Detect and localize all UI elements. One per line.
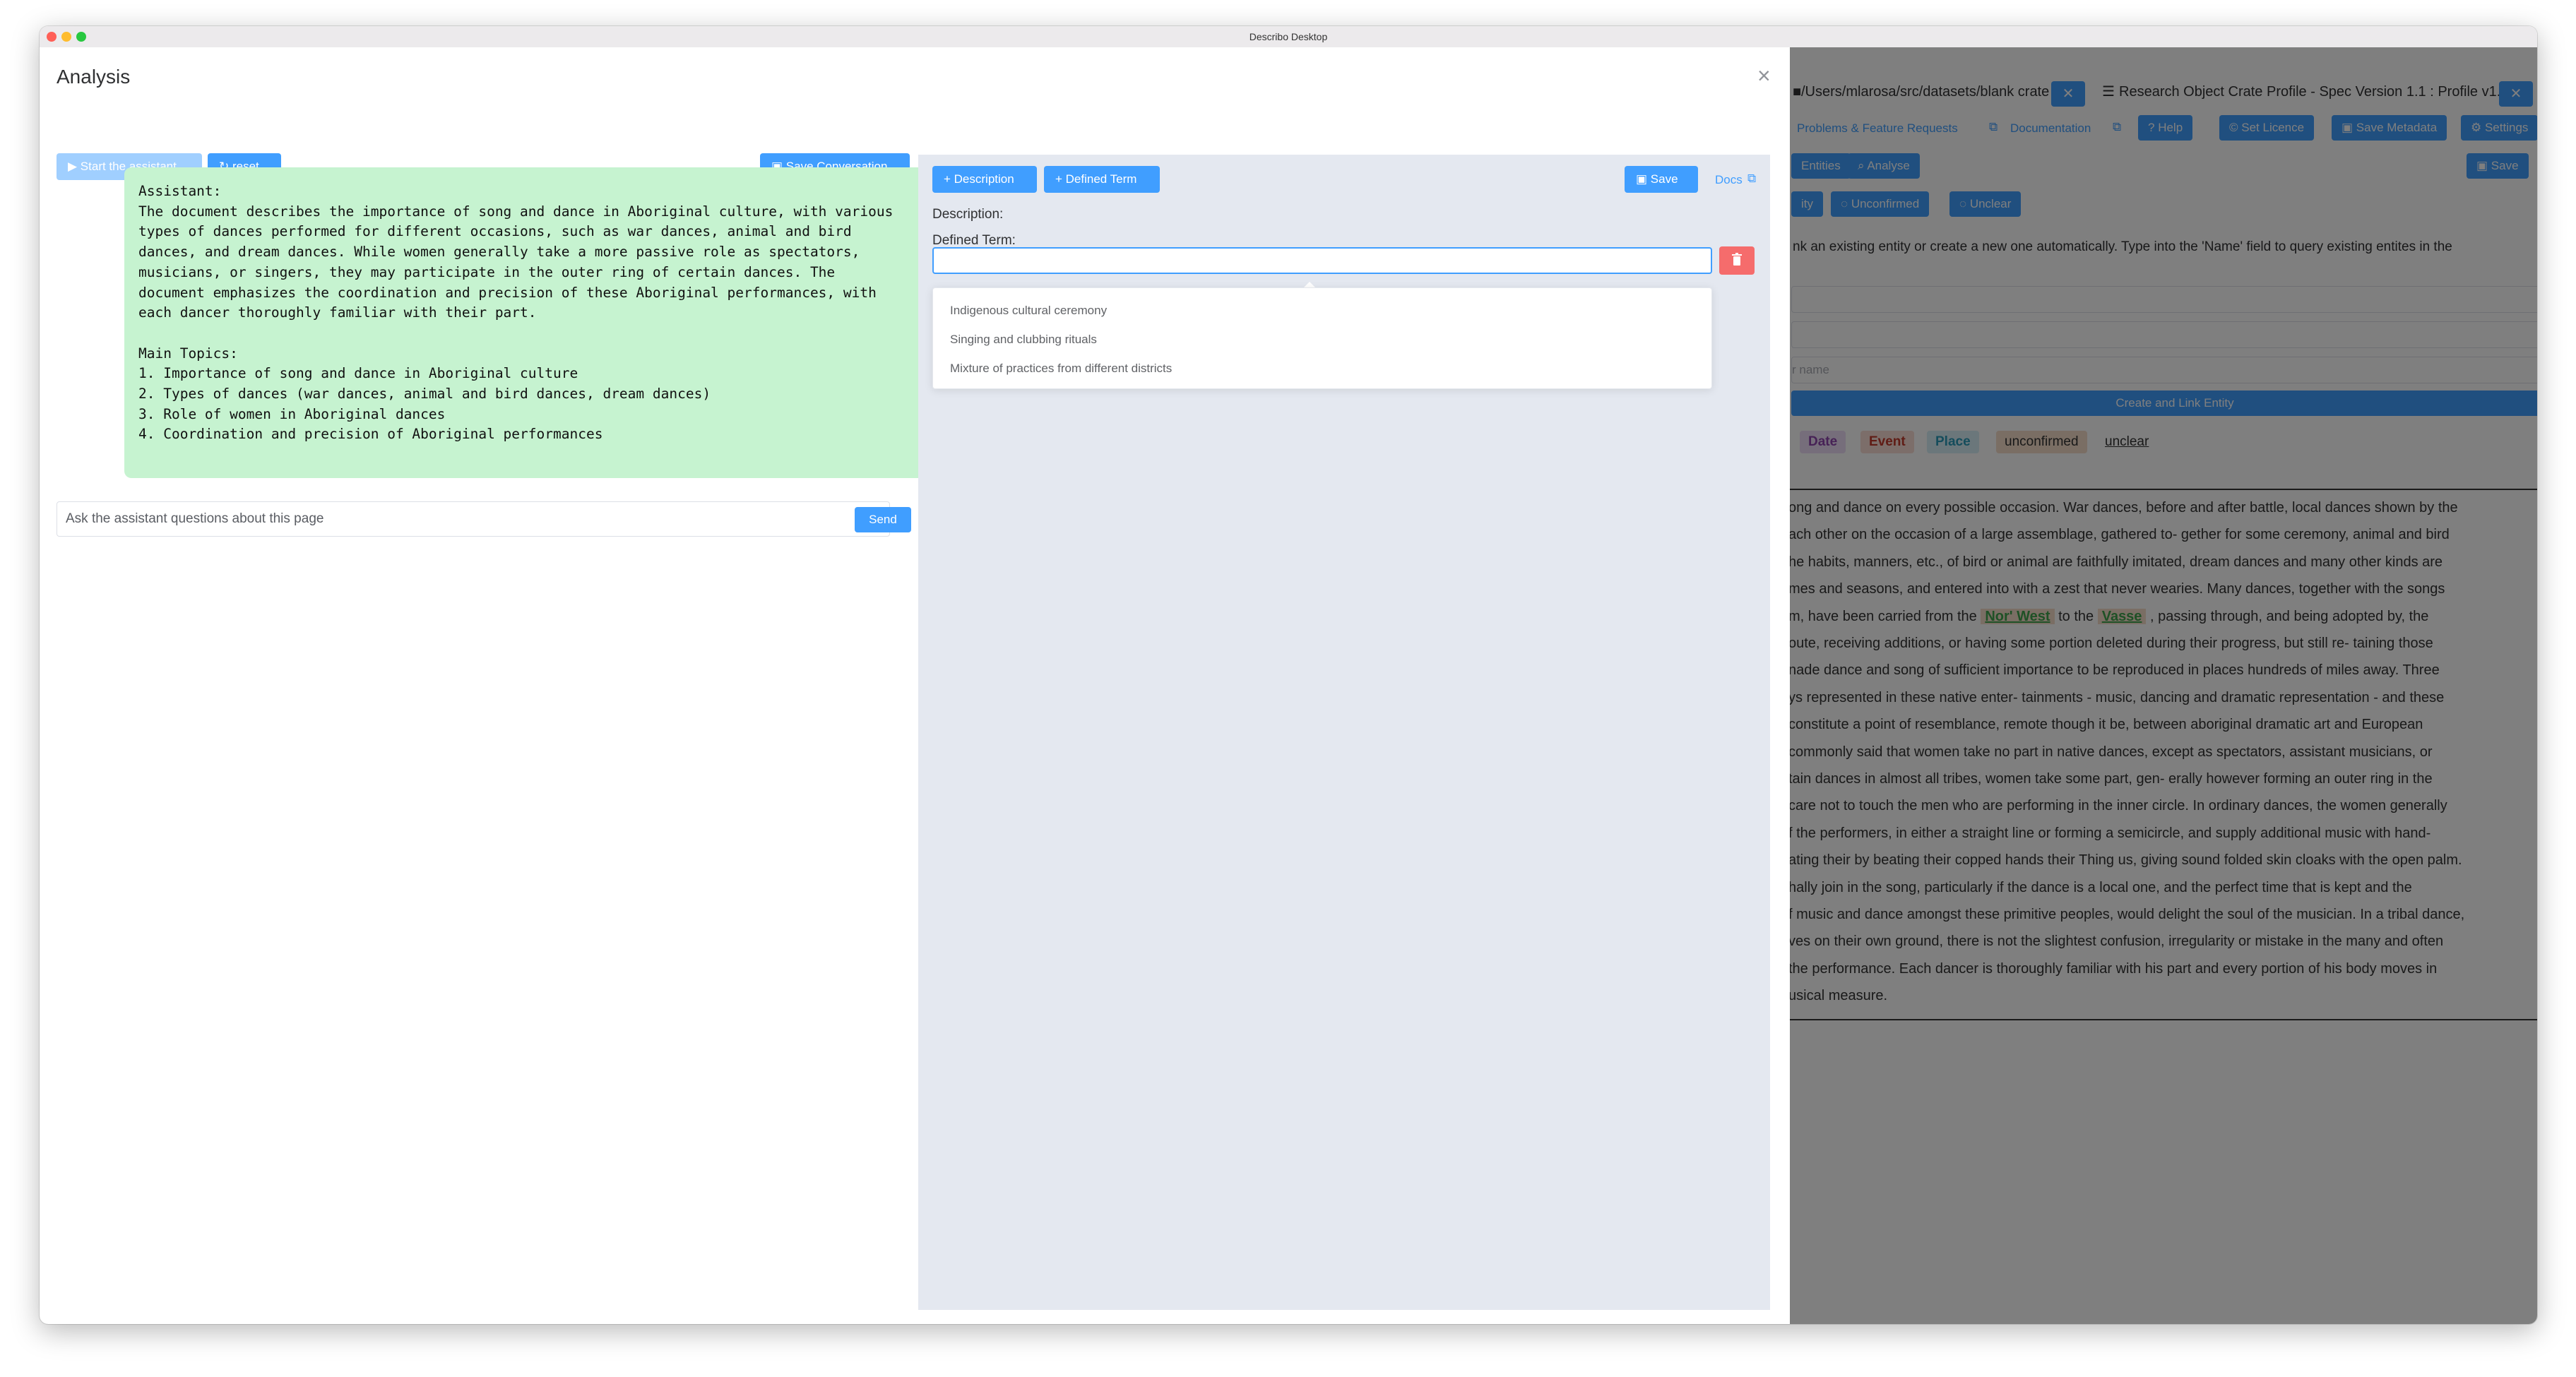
suggestion-item[interactable]: Mixture of practices from different dist… [950, 362, 1172, 376]
trash-icon [1732, 253, 1742, 266]
editor-save-button[interactable]: ▣ Save [1625, 166, 1698, 193]
external-link-icon[interactable]: ⧉ [1747, 172, 1756, 186]
suggestion-item[interactable]: Indigenous cultural ceremony [950, 304, 1107, 318]
save-icon: ▣ [1636, 172, 1651, 186]
close-icon[interactable]: × [1757, 64, 1771, 87]
analysis-modal: Analysis × ▶ Start the assistant ↻ reset… [40, 47, 1790, 1324]
window-title: Describo Desktop [1249, 31, 1328, 42]
docs-link[interactable]: Docs [1715, 173, 1743, 187]
title-bar: Describo Desktop [40, 26, 2537, 48]
modal-title: Analysis [57, 66, 131, 88]
add-description-button[interactable]: + Description [932, 166, 1037, 193]
defined-term-label: Defined Term: [932, 233, 1016, 248]
add-defined-term-button[interactable]: + Defined Term [1044, 166, 1160, 193]
suggestions-dropdown: Indigenous cultural ceremony Singing and… [932, 287, 1712, 389]
suggestion-item[interactable]: Singing and clubbing rituals [950, 333, 1097, 347]
app-window: Describo Desktop ■ /Users/mlarosa/src/da… [40, 26, 2537, 1324]
play-icon: ▶ [68, 160, 81, 173]
delete-term-button[interactable] [1719, 246, 1755, 275]
description-label: Description: [932, 207, 1004, 222]
chat-input[interactable] [57, 501, 890, 537]
assistant-message: Assistant: The document describes the im… [124, 167, 934, 478]
defined-term-input[interactable] [932, 247, 1712, 274]
entity-editor-panel: + Description + Defined Term ▣ Save Docs… [918, 155, 1770, 1310]
send-button[interactable]: Send [855, 507, 911, 532]
